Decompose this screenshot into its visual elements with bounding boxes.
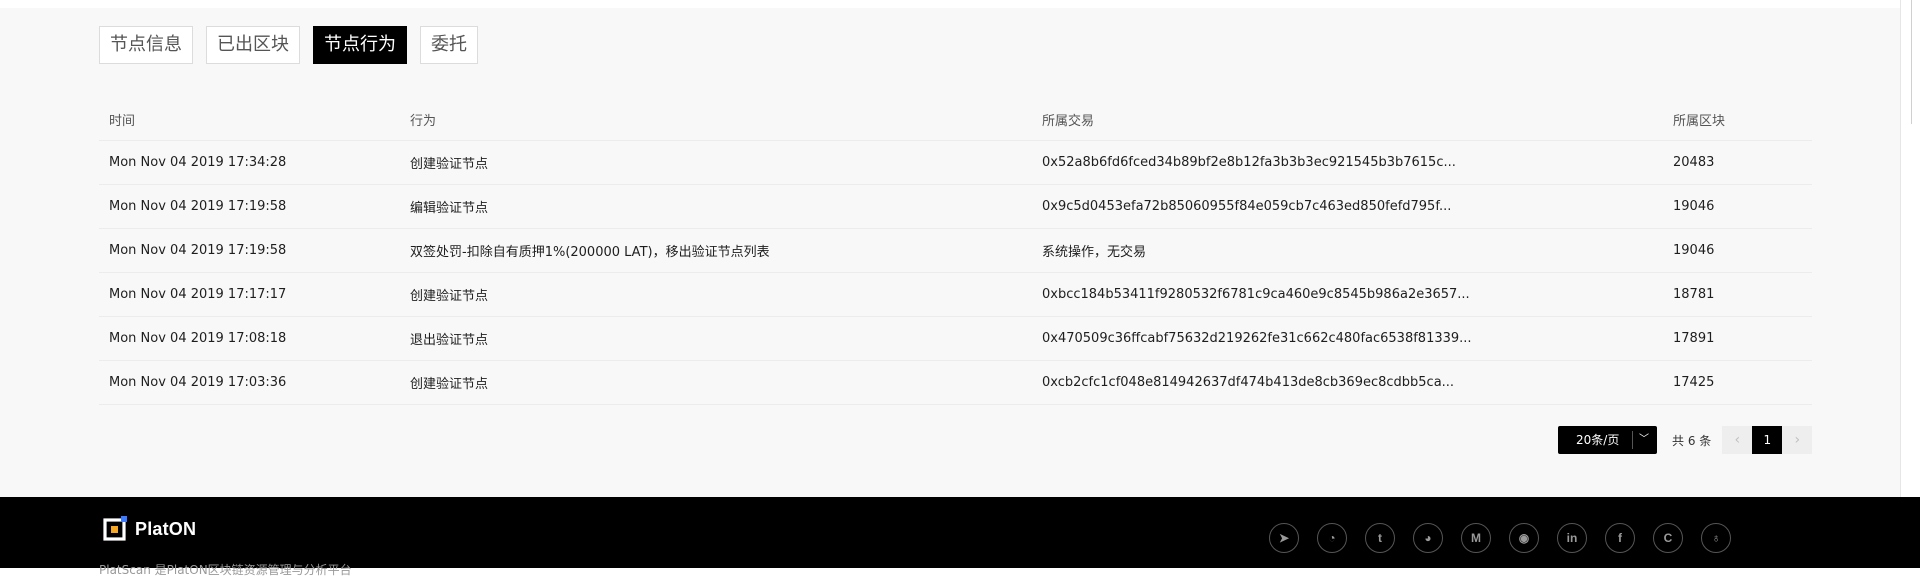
table-header-row: 时间 行为 所属交易 所属区块 bbox=[99, 98, 1812, 141]
page-content: 节点信息 已出区块 节点行为 委托 时间 行为 所属交易 所属区块 Mon No… bbox=[0, 8, 1900, 498]
platon-logo[interactable]: PlatON bbox=[101, 515, 196, 543]
table-row: Mon Nov 04 2019 17:34:28 创建验证节点 0x52a8b6… bbox=[99, 140, 1812, 185]
detail-tabs: 节点信息 已出区块 节点行为 委托 bbox=[99, 26, 478, 64]
page-size-value: 20条/页 bbox=[1576, 433, 1620, 447]
cell-action: 编辑验证节点 bbox=[400, 184, 1032, 229]
page-size-select[interactable]: 20条/页 ﹀ bbox=[1558, 426, 1657, 454]
cell-block-link[interactable]: 17425 bbox=[1663, 360, 1812, 405]
twitter-icon[interactable]: t bbox=[1365, 523, 1395, 553]
table-row: Mon Nov 04 2019 17:19:58 编辑验证节点 0x9c5d04… bbox=[99, 184, 1812, 229]
tab-delegation[interactable]: 委托 bbox=[420, 26, 478, 64]
scrollbar-thumb[interactable] bbox=[1911, 0, 1912, 124]
cell-tx-hash-link[interactable]: 0x9c5d0453efa72b85060955f84e059cb7c463ed… bbox=[1032, 184, 1663, 229]
cell-tx-hash-link[interactable]: 0x470509c36ffcabf75632d219262fe31c662c48… bbox=[1032, 316, 1663, 361]
cell-tx-hash-link[interactable]: 0x52a8b6fd6fced34b89bf2e8b12fa3b3b3ec921… bbox=[1032, 140, 1663, 185]
github-icon[interactable]: ◉ bbox=[1509, 523, 1539, 553]
cell-block-link[interactable]: 17891 bbox=[1663, 316, 1812, 361]
cell-time: Mon Nov 04 2019 17:03:36 bbox=[99, 360, 400, 405]
cell-tx-hash-link[interactable]: 0xbcc184b53411f9280532f6781c9ca460e9c854… bbox=[1032, 272, 1663, 317]
support-icon[interactable]: ♁ bbox=[1701, 523, 1731, 553]
tab-node-actions[interactable]: 节点行为 bbox=[313, 26, 407, 64]
table-row: Mon Nov 04 2019 17:19:58 双签处罚-扣除自有质押1%(2… bbox=[99, 228, 1812, 273]
column-header-action: 行为 bbox=[400, 98, 1032, 141]
page-size-divider bbox=[1632, 431, 1633, 449]
cell-time: Mon Nov 04 2019 17:08:18 bbox=[99, 316, 400, 361]
medium-icon[interactable]: M bbox=[1461, 523, 1491, 553]
pagination: 20条/页 ﹀ 共 6 条 ‹ 1 › bbox=[1558, 426, 1813, 454]
cell-tx-system-operation: 系统操作，无交易 bbox=[1032, 228, 1663, 273]
cell-action: 双签处罚-扣除自有质押1%(200000 LAT)，移出验证节点列表 bbox=[400, 228, 1032, 273]
cell-block-link[interactable]: 18781 bbox=[1663, 272, 1812, 317]
column-header-block: 所属区块 bbox=[1663, 98, 1812, 141]
page-number-button[interactable]: 1 bbox=[1752, 426, 1783, 454]
cell-time: Mon Nov 04 2019 17:34:28 bbox=[99, 140, 400, 185]
cell-time: Mon Nov 04 2019 17:19:58 bbox=[99, 228, 400, 273]
footer-description: PlatScan 是PlatON区块链资源管理与分析平台 bbox=[99, 563, 352, 577]
logo-text: PlatON bbox=[135, 518, 197, 539]
social-links: ➤ ◔ t ◕ M ◉ in f C ♁ bbox=[1269, 523, 1731, 553]
cell-action: 创建验证节点 bbox=[400, 360, 1032, 405]
column-header-time: 时间 bbox=[99, 98, 400, 141]
chevron-down-icon: ﹀ bbox=[1639, 434, 1649, 445]
table-row: Mon Nov 04 2019 17:17:17 创建验证节点 0xbcc184… bbox=[99, 272, 1812, 317]
wechat-icon[interactable]: ◔ bbox=[1317, 523, 1347, 553]
coinmarketcap-icon[interactable]: C bbox=[1653, 523, 1683, 553]
site-footer: PlatON PlatScan 是PlatON区块链资源管理与分析平台 ➤ ◔ … bbox=[0, 497, 1920, 577]
column-header-transaction: 所属交易 bbox=[1032, 98, 1663, 141]
cell-tx-hash-link[interactable]: 0xcb2cfc1cf048e814942637df474b413de8cb36… bbox=[1032, 360, 1663, 405]
linkedin-icon[interactable]: in bbox=[1557, 523, 1587, 553]
tab-node-info[interactable]: 节点信息 bbox=[99, 26, 193, 64]
tab-produced-blocks[interactable]: 已出区块 bbox=[206, 26, 300, 64]
telegram-icon[interactable]: ➤ bbox=[1269, 523, 1299, 553]
table-row: Mon Nov 04 2019 17:03:36 创建验证节点 0xcb2cfc… bbox=[99, 360, 1812, 405]
cell-block-link[interactable]: 20483 bbox=[1663, 140, 1812, 185]
cell-block-link[interactable]: 19046 bbox=[1663, 184, 1812, 229]
facebook-icon[interactable]: f bbox=[1605, 523, 1635, 553]
reddit-icon[interactable]: ◕ bbox=[1413, 523, 1443, 553]
table-row: Mon Nov 04 2019 17:08:18 退出验证节点 0x470509… bbox=[99, 316, 1812, 361]
cell-action: 创建验证节点 bbox=[400, 140, 1032, 185]
cell-time: Mon Nov 04 2019 17:17:17 bbox=[99, 272, 400, 317]
cell-action: 退出验证节点 bbox=[400, 316, 1032, 361]
cell-block-link[interactable]: 19046 bbox=[1663, 228, 1812, 273]
cell-action: 创建验证节点 bbox=[400, 272, 1032, 317]
scrollbar[interactable] bbox=[1900, 0, 1920, 497]
total-count: 共 6 条 bbox=[1672, 433, 1712, 448]
prev-page-button[interactable]: ‹ bbox=[1722, 426, 1753, 454]
platon-logo-icon bbox=[103, 516, 127, 541]
next-page-button[interactable]: › bbox=[1782, 426, 1813, 454]
cell-time: Mon Nov 04 2019 17:19:58 bbox=[99, 184, 400, 229]
node-actions-table: 时间 行为 所属交易 所属区块 Mon Nov 04 2019 17:34:28… bbox=[99, 98, 1812, 405]
